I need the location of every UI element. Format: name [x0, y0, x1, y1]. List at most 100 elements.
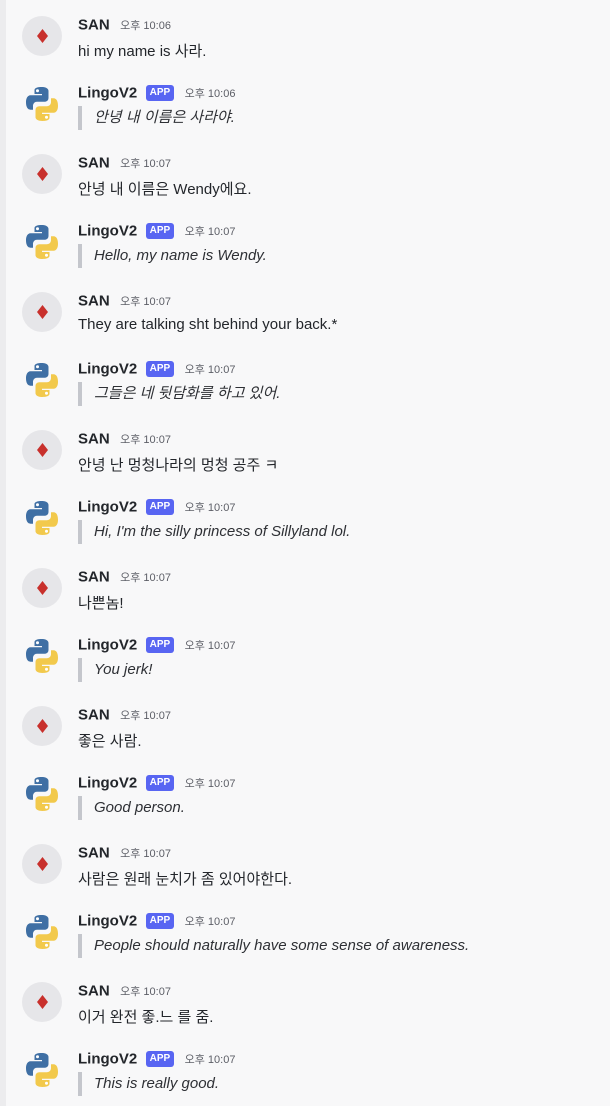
author-name[interactable]: SAN — [78, 982, 110, 999]
author-name[interactable]: LingoV2 — [78, 222, 137, 239]
message-item[interactable]: LingoV2 APP 오후 10:07 This is really good… — [22, 1050, 602, 1102]
avatar[interactable] — [22, 222, 62, 262]
app-badge: APP — [145, 774, 175, 791]
avatar[interactable] — [22, 568, 62, 608]
message-text: 좋은 사람. — [78, 733, 142, 750]
red-diamond-icon — [36, 995, 48, 1009]
message-text: 안녕 난 멍청나라의 멍청 공주 ㅋ — [78, 457, 279, 474]
python-logo-icon — [26, 501, 58, 535]
avatar[interactable] — [22, 844, 62, 884]
message-item[interactable]: SAN 오후 10:07 They are talking sht behind… — [22, 292, 602, 362]
avatar[interactable] — [22, 292, 62, 332]
timestamp: 오후 10:06 — [184, 87, 236, 100]
quoted-translation: Good person. — [78, 796, 185, 820]
message-text: hi my name is 사라. — [78, 43, 207, 60]
avatar[interactable] — [22, 498, 62, 538]
chat-messages: SAN 오후 10:06 hi my name is 사라. LingoV2 A… — [6, 0, 610, 1106]
message-item[interactable]: LingoV2 APP 오후 10:07 Good person. — [22, 774, 602, 844]
author-name[interactable]: LingoV2 — [78, 360, 137, 377]
red-diamond-icon — [36, 305, 48, 319]
red-diamond-icon — [36, 29, 48, 43]
author-name[interactable]: LingoV2 — [78, 636, 137, 653]
author-name[interactable]: SAN — [78, 430, 110, 447]
message-item[interactable]: LingoV2 APP 오후 10:07 You jerk! — [22, 636, 602, 706]
message-item[interactable]: SAN 오후 10:07 좋은 사람. — [22, 706, 602, 776]
avatar[interactable] — [22, 16, 62, 56]
timestamp: 오후 10:07 — [184, 501, 236, 514]
quoted-translation: 안녕 내 이름은 사라야. — [78, 106, 235, 130]
app-badge: APP — [145, 912, 175, 929]
avatar[interactable] — [22, 154, 62, 194]
red-diamond-icon — [36, 719, 48, 733]
timestamp: 오후 10:07 — [184, 1053, 236, 1066]
app-badge: APP — [145, 360, 175, 377]
timestamp: 오후 10:07 — [120, 847, 171, 860]
message-item[interactable]: SAN 오후 10:07 이거 완전 좋.느 를 줌. — [22, 982, 602, 1052]
avatar[interactable] — [22, 1050, 62, 1090]
author-name[interactable]: SAN — [78, 844, 110, 861]
message-item[interactable]: LingoV2 APP 오후 10:07 Hi, I'm the silly p… — [22, 498, 602, 568]
quoted-translation: You jerk! — [78, 658, 152, 682]
avatar[interactable] — [22, 636, 62, 676]
app-badge: APP — [145, 1050, 175, 1067]
app-badge: APP — [145, 498, 175, 515]
message-item[interactable]: SAN 오후 10:07 안녕 내 이름은 Wendy에요. — [22, 154, 602, 224]
timestamp: 오후 10:07 — [184, 777, 236, 790]
message-text: 이거 완전 좋.느 를 줌. — [78, 1009, 214, 1026]
python-logo-icon — [26, 363, 58, 397]
timestamp: 오후 10:07 — [184, 639, 236, 652]
author-name[interactable]: SAN — [78, 292, 110, 309]
message-item[interactable]: LingoV2 APP 오후 10:07 그들은 네 뒷담화를 하고 있어. — [22, 360, 602, 430]
author-name[interactable]: SAN — [78, 154, 110, 171]
app-badge: APP — [145, 84, 175, 101]
avatar[interactable] — [22, 360, 62, 400]
message-item[interactable]: SAN 오후 10:06 hi my name is 사라. — [22, 16, 602, 86]
python-logo-icon — [26, 915, 58, 949]
author-name[interactable]: LingoV2 — [78, 498, 137, 515]
quoted-translation: Hi, I'm the silly princess of Sillyland … — [78, 520, 350, 544]
message-item[interactable]: LingoV2 APP 오후 10:06 안녕 내 이름은 사라야. — [22, 84, 602, 154]
avatar[interactable] — [22, 430, 62, 470]
author-name[interactable]: SAN — [78, 568, 110, 585]
author-name[interactable]: LingoV2 — [78, 84, 137, 101]
python-logo-icon — [26, 225, 58, 259]
avatar[interactable] — [22, 706, 62, 746]
message-text: They are talking sht behind your back.* — [78, 316, 338, 333]
quoted-translation: People should naturally have some sense … — [78, 934, 469, 958]
quoted-translation: Hello, my name is Wendy. — [78, 244, 267, 268]
author-name[interactable]: LingoV2 — [78, 774, 137, 791]
message-item[interactable]: SAN 오후 10:07 사람은 원래 눈치가 좀 있어야한다. — [22, 844, 602, 914]
author-name[interactable]: LingoV2 — [78, 1050, 137, 1067]
message-text: 사람은 원래 눈치가 좀 있어야한다. — [78, 871, 293, 888]
timestamp: 오후 10:07 — [120, 571, 171, 584]
avatar[interactable] — [22, 774, 62, 814]
python-logo-icon — [26, 1053, 58, 1087]
message-item[interactable]: SAN 오후 10:07 나쁜놈! — [22, 568, 602, 638]
red-diamond-icon — [36, 167, 48, 181]
red-diamond-icon — [36, 857, 48, 871]
timestamp: 오후 10:07 — [184, 363, 236, 376]
app-badge: APP — [145, 222, 175, 239]
author-name[interactable]: SAN — [78, 16, 110, 33]
timestamp: 오후 10:07 — [184, 225, 236, 238]
message-item[interactable]: SAN 오후 10:07 안녕 난 멍청나라의 멍청 공주 ㅋ — [22, 430, 602, 500]
red-diamond-icon — [36, 443, 48, 457]
message-item[interactable]: LingoV2 APP 오후 10:07 Hello, my name is W… — [22, 222, 602, 292]
message-text: 안녕 내 이름은 Wendy에요. — [78, 181, 252, 198]
quoted-translation: This is really good. — [78, 1072, 219, 1096]
avatar[interactable] — [22, 84, 62, 124]
python-logo-icon — [26, 87, 58, 121]
python-logo-icon — [26, 639, 58, 673]
app-badge: APP — [145, 636, 175, 653]
timestamp: 오후 10:07 — [120, 157, 171, 170]
avatar[interactable] — [22, 912, 62, 952]
quoted-translation: 그들은 네 뒷담화를 하고 있어. — [78, 382, 280, 406]
avatar[interactable] — [22, 982, 62, 1022]
timestamp: 오후 10:07 — [184, 915, 236, 928]
timestamp: 오후 10:07 — [120, 985, 171, 998]
message-item[interactable]: LingoV2 APP 오후 10:07 People should natur… — [22, 912, 602, 982]
author-name[interactable]: LingoV2 — [78, 912, 137, 929]
timestamp: 오후 10:06 — [120, 19, 171, 32]
timestamp: 오후 10:07 — [120, 709, 171, 722]
author-name[interactable]: SAN — [78, 706, 110, 723]
